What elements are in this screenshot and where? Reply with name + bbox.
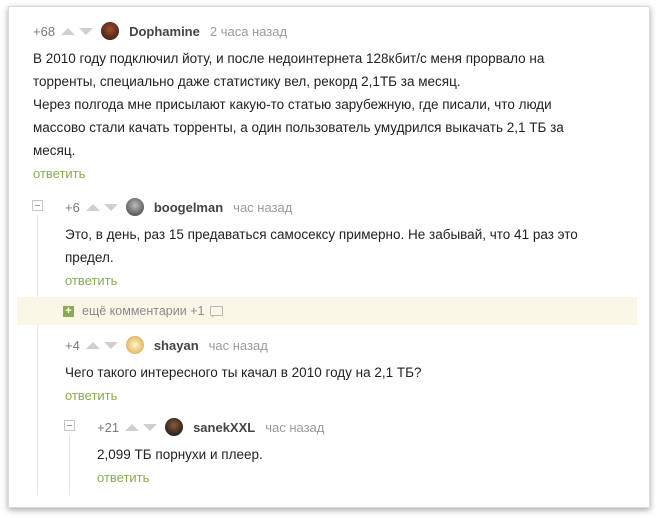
avatar[interactable] <box>165 418 184 436</box>
comments-panel: +68 Dophamine 2 часа назад В 2010 году п… <box>8 6 650 508</box>
comment-header: +6 boogelman час назад <box>65 197 635 217</box>
reply-button[interactable]: ответить <box>97 470 149 485</box>
comment-line: торренты, специально даже статистику вел… <box>33 74 461 89</box>
comment-header: +4 shayan час назад <box>65 335 635 355</box>
comment-line: Через полгода мне присылают какую-то ста… <box>33 97 552 112</box>
collapse-toggle-icon[interactable] <box>64 420 75 431</box>
expand-plus-icon[interactable]: + <box>63 305 74 317</box>
comment-username[interactable]: Dophamine <box>129 24 200 39</box>
upvote-icon[interactable] <box>85 341 100 349</box>
reply-button[interactable]: ответить <box>65 273 117 288</box>
comment-text: 2,099 ТБ порнухи и плеер. <box>97 443 637 466</box>
comment-header: +21 sanekXXL час назад <box>97 417 637 437</box>
comment-boogelman: +6 boogelman час назад Это, в день, раз … <box>65 197 635 290</box>
collapse-toggle-icon[interactable] <box>32 200 43 211</box>
comment-text: В 2010 году подключил йоту, и после недо… <box>33 47 633 162</box>
more-comments-label[interactable]: ещё комментарии +1 <box>82 304 204 318</box>
downvote-icon[interactable] <box>79 27 94 35</box>
comment-line: 2,099 ТБ порнухи и плеер. <box>97 447 263 462</box>
reply-button[interactable]: ответить <box>33 166 85 181</box>
downvote-icon[interactable] <box>143 423 158 431</box>
comment-line: Это, в день, раз 15 предаваться самосекс… <box>65 227 578 242</box>
comment-sanekxxl: +21 sanekXXL час назад 2,099 ТБ порнухи … <box>97 417 637 487</box>
upvote-icon[interactable] <box>61 27 76 35</box>
thread-line <box>69 435 70 495</box>
comment-line: предел. <box>65 250 114 265</box>
comment-text: Это, в день, раз 15 предаваться самосекс… <box>65 223 635 269</box>
comment-bubble-icon <box>210 306 224 318</box>
comment-username[interactable]: boogelman <box>154 200 223 215</box>
upvote-icon[interactable] <box>125 423 140 431</box>
comment-rating: +6 <box>65 199 80 215</box>
comment-shayan: +4 shayan час назад Чего такого интересн… <box>65 335 635 405</box>
avatar[interactable] <box>101 22 120 40</box>
comment-text: Чего такого интересного ты качал в 2010 … <box>65 361 635 384</box>
upvote-icon[interactable] <box>85 203 100 211</box>
downvote-icon[interactable] <box>103 341 118 349</box>
avatar[interactable] <box>125 198 144 216</box>
comment-time: 2 часа назад <box>209 23 288 39</box>
comment-time: час назад <box>233 199 293 215</box>
thread-line <box>37 215 38 495</box>
comment-rating: +68 <box>33 23 56 39</box>
comment-username[interactable]: sanekXXL <box>193 420 255 435</box>
comment-line: Чего такого интересного ты качал в 2010 … <box>65 365 422 380</box>
comment-username[interactable]: shayan <box>154 338 199 353</box>
avatar[interactable] <box>125 336 144 354</box>
comment-line: месяц. <box>33 143 76 158</box>
comment-time: час назад <box>208 337 268 353</box>
comment-line: В 2010 году подключил йоту, и после недо… <box>33 51 545 66</box>
downvote-icon[interactable] <box>103 203 118 211</box>
comment-time: час назад <box>265 419 325 435</box>
comment-rating: +4 <box>65 337 80 353</box>
comment-dophamine: +68 Dophamine 2 часа назад В 2010 году п… <box>33 21 633 183</box>
comment-rating: +21 <box>97 419 120 435</box>
reply-button[interactable]: ответить <box>65 388 117 403</box>
comment-header: +68 Dophamine 2 часа назад <box>33 21 633 41</box>
more-comments-bar[interactable]: + ещё комментарии +1 <box>17 297 637 325</box>
comment-line: массово стали качать торренты, а один по… <box>33 120 564 135</box>
